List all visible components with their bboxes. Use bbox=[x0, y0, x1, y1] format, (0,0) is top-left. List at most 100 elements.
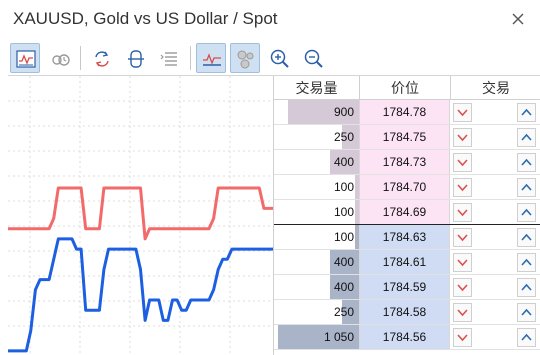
chevron-down-icon bbox=[457, 134, 468, 142]
buy-button[interactable] bbox=[517, 128, 536, 147]
sell-button[interactable] bbox=[453, 253, 472, 272]
zoom-in-icon bbox=[270, 49, 289, 68]
list-icon bbox=[160, 52, 177, 66]
volume-value: 100 bbox=[333, 205, 354, 219]
sell-button[interactable] bbox=[453, 303, 472, 322]
chevron-down-icon bbox=[457, 234, 468, 242]
volume-value: 400 bbox=[333, 280, 354, 294]
center-icon bbox=[128, 50, 144, 68]
volume-value: 400 bbox=[333, 155, 354, 169]
trade-header: 交易 bbox=[482, 80, 510, 96]
chart-toggle-button[interactable] bbox=[10, 43, 40, 73]
buy-button[interactable] bbox=[517, 278, 536, 297]
sell-button[interactable] bbox=[453, 278, 472, 297]
chevron-down-icon bbox=[457, 284, 468, 292]
close-icon[interactable] bbox=[508, 9, 528, 29]
volume-value: 250 bbox=[333, 305, 354, 319]
volume-value: 100 bbox=[333, 230, 354, 244]
price-value: 1784.61 bbox=[359, 250, 450, 274]
list-button[interactable] bbox=[154, 43, 184, 73]
chevron-up-icon bbox=[521, 283, 532, 291]
buy-button[interactable] bbox=[517, 153, 536, 172]
sell-button[interactable] bbox=[453, 128, 472, 147]
chevron-down-icon bbox=[457, 259, 468, 267]
sell-button[interactable] bbox=[453, 328, 472, 347]
chart-icon bbox=[16, 50, 36, 68]
ask-row: 250 1784.75 bbox=[274, 125, 540, 150]
ticks-icon bbox=[203, 53, 221, 66]
volume-cell: 100 bbox=[274, 225, 359, 249]
depth-of-market: 交易量 价位 交易 900 1784.78 250 1784.75 400 1784.73… bbox=[273, 76, 540, 355]
buy-button[interactable] bbox=[517, 328, 536, 347]
volume-cell: 100 bbox=[274, 200, 359, 224]
volume-cell: 400 bbox=[274, 275, 359, 299]
chevron-down-icon bbox=[457, 159, 468, 167]
buy-button[interactable] bbox=[517, 303, 536, 322]
settings-button[interactable] bbox=[44, 43, 74, 73]
trade-cycle-button[interactable] bbox=[86, 43, 116, 73]
chevron-up-icon bbox=[521, 258, 532, 266]
trade-cycle-icon bbox=[95, 51, 109, 67]
zoom-in-button[interactable] bbox=[264, 43, 294, 73]
content-area: 交易量 价位 交易 900 1784.78 250 1784.75 400 1784.73… bbox=[8, 75, 540, 355]
chevron-up-icon bbox=[521, 183, 532, 191]
volume-cell: 400 bbox=[274, 150, 359, 174]
volume-cell: 250 bbox=[274, 125, 359, 149]
volume-value: 400 bbox=[333, 255, 354, 269]
circles-button[interactable] bbox=[230, 43, 260, 73]
volume-cell: 400 bbox=[274, 250, 359, 274]
price-value: 1784.63 bbox=[359, 225, 450, 249]
center-button[interactable] bbox=[120, 43, 150, 73]
price-value: 1784.58 bbox=[359, 300, 450, 324]
sell-button[interactable] bbox=[453, 103, 472, 122]
chevron-up-icon bbox=[521, 308, 532, 316]
price-value: 1784.70 bbox=[359, 175, 450, 199]
bid-price-line bbox=[8, 237, 273, 353]
chevron-down-icon bbox=[457, 309, 468, 317]
volume-value: 250 bbox=[333, 130, 354, 144]
price-value: 1784.59 bbox=[359, 275, 450, 299]
bid-row: 250 1784.58 bbox=[274, 300, 540, 325]
price-value: 1784.78 bbox=[359, 100, 450, 124]
price-value: 1784.56 bbox=[359, 325, 450, 349]
chevron-down-icon bbox=[457, 334, 468, 342]
bid-row: 400 1784.59 bbox=[274, 275, 540, 300]
volume-cell: 1 050 bbox=[274, 325, 359, 349]
price-value: 1784.75 bbox=[359, 125, 450, 149]
volume-value: 1 050 bbox=[323, 330, 354, 344]
ticks-button[interactable] bbox=[196, 43, 226, 73]
chevron-up-icon bbox=[521, 158, 532, 166]
toolbar-separator bbox=[80, 46, 81, 70]
buy-button[interactable] bbox=[517, 253, 536, 272]
sell-button[interactable] bbox=[453, 228, 472, 247]
zoom-out-button[interactable] bbox=[298, 43, 328, 73]
bid-row: 100 1784.63 bbox=[274, 225, 540, 250]
buy-button[interactable] bbox=[517, 178, 536, 197]
buy-button[interactable] bbox=[517, 228, 536, 247]
chevron-down-icon bbox=[457, 209, 468, 217]
volume-value: 100 bbox=[333, 180, 354, 194]
volume-value: 900 bbox=[333, 105, 354, 119]
price-header: 价位 bbox=[391, 80, 419, 96]
ask-price-line bbox=[8, 186, 273, 241]
price-value: 1784.69 bbox=[359, 200, 450, 224]
ask-row: 100 1784.70 bbox=[274, 175, 540, 200]
buy-button[interactable] bbox=[517, 203, 536, 222]
sell-button[interactable] bbox=[453, 153, 472, 172]
sell-button[interactable] bbox=[453, 203, 472, 222]
title-bar: XAUUSD, Gold vs US Dollar / Spot bbox=[0, 0, 540, 40]
volume-cell: 900 bbox=[274, 100, 359, 124]
chevron-down-icon bbox=[457, 109, 468, 117]
volume-cell: 100 bbox=[274, 175, 359, 199]
dom-header: 交易量 价位 交易 bbox=[274, 76, 540, 100]
circles-icon bbox=[237, 50, 254, 69]
settings-icon bbox=[52, 54, 70, 66]
bid-row: 1 050 1784.56 bbox=[274, 325, 540, 350]
window-title: XAUUSD, Gold vs US Dollar / Spot bbox=[13, 9, 278, 28]
chevron-up-icon bbox=[521, 133, 532, 141]
sell-button[interactable] bbox=[453, 178, 472, 197]
ask-row: 900 1784.78 bbox=[274, 100, 540, 125]
price-value: 1784.73 bbox=[359, 150, 450, 174]
chevron-up-icon bbox=[521, 333, 532, 341]
buy-button[interactable] bbox=[517, 103, 536, 122]
